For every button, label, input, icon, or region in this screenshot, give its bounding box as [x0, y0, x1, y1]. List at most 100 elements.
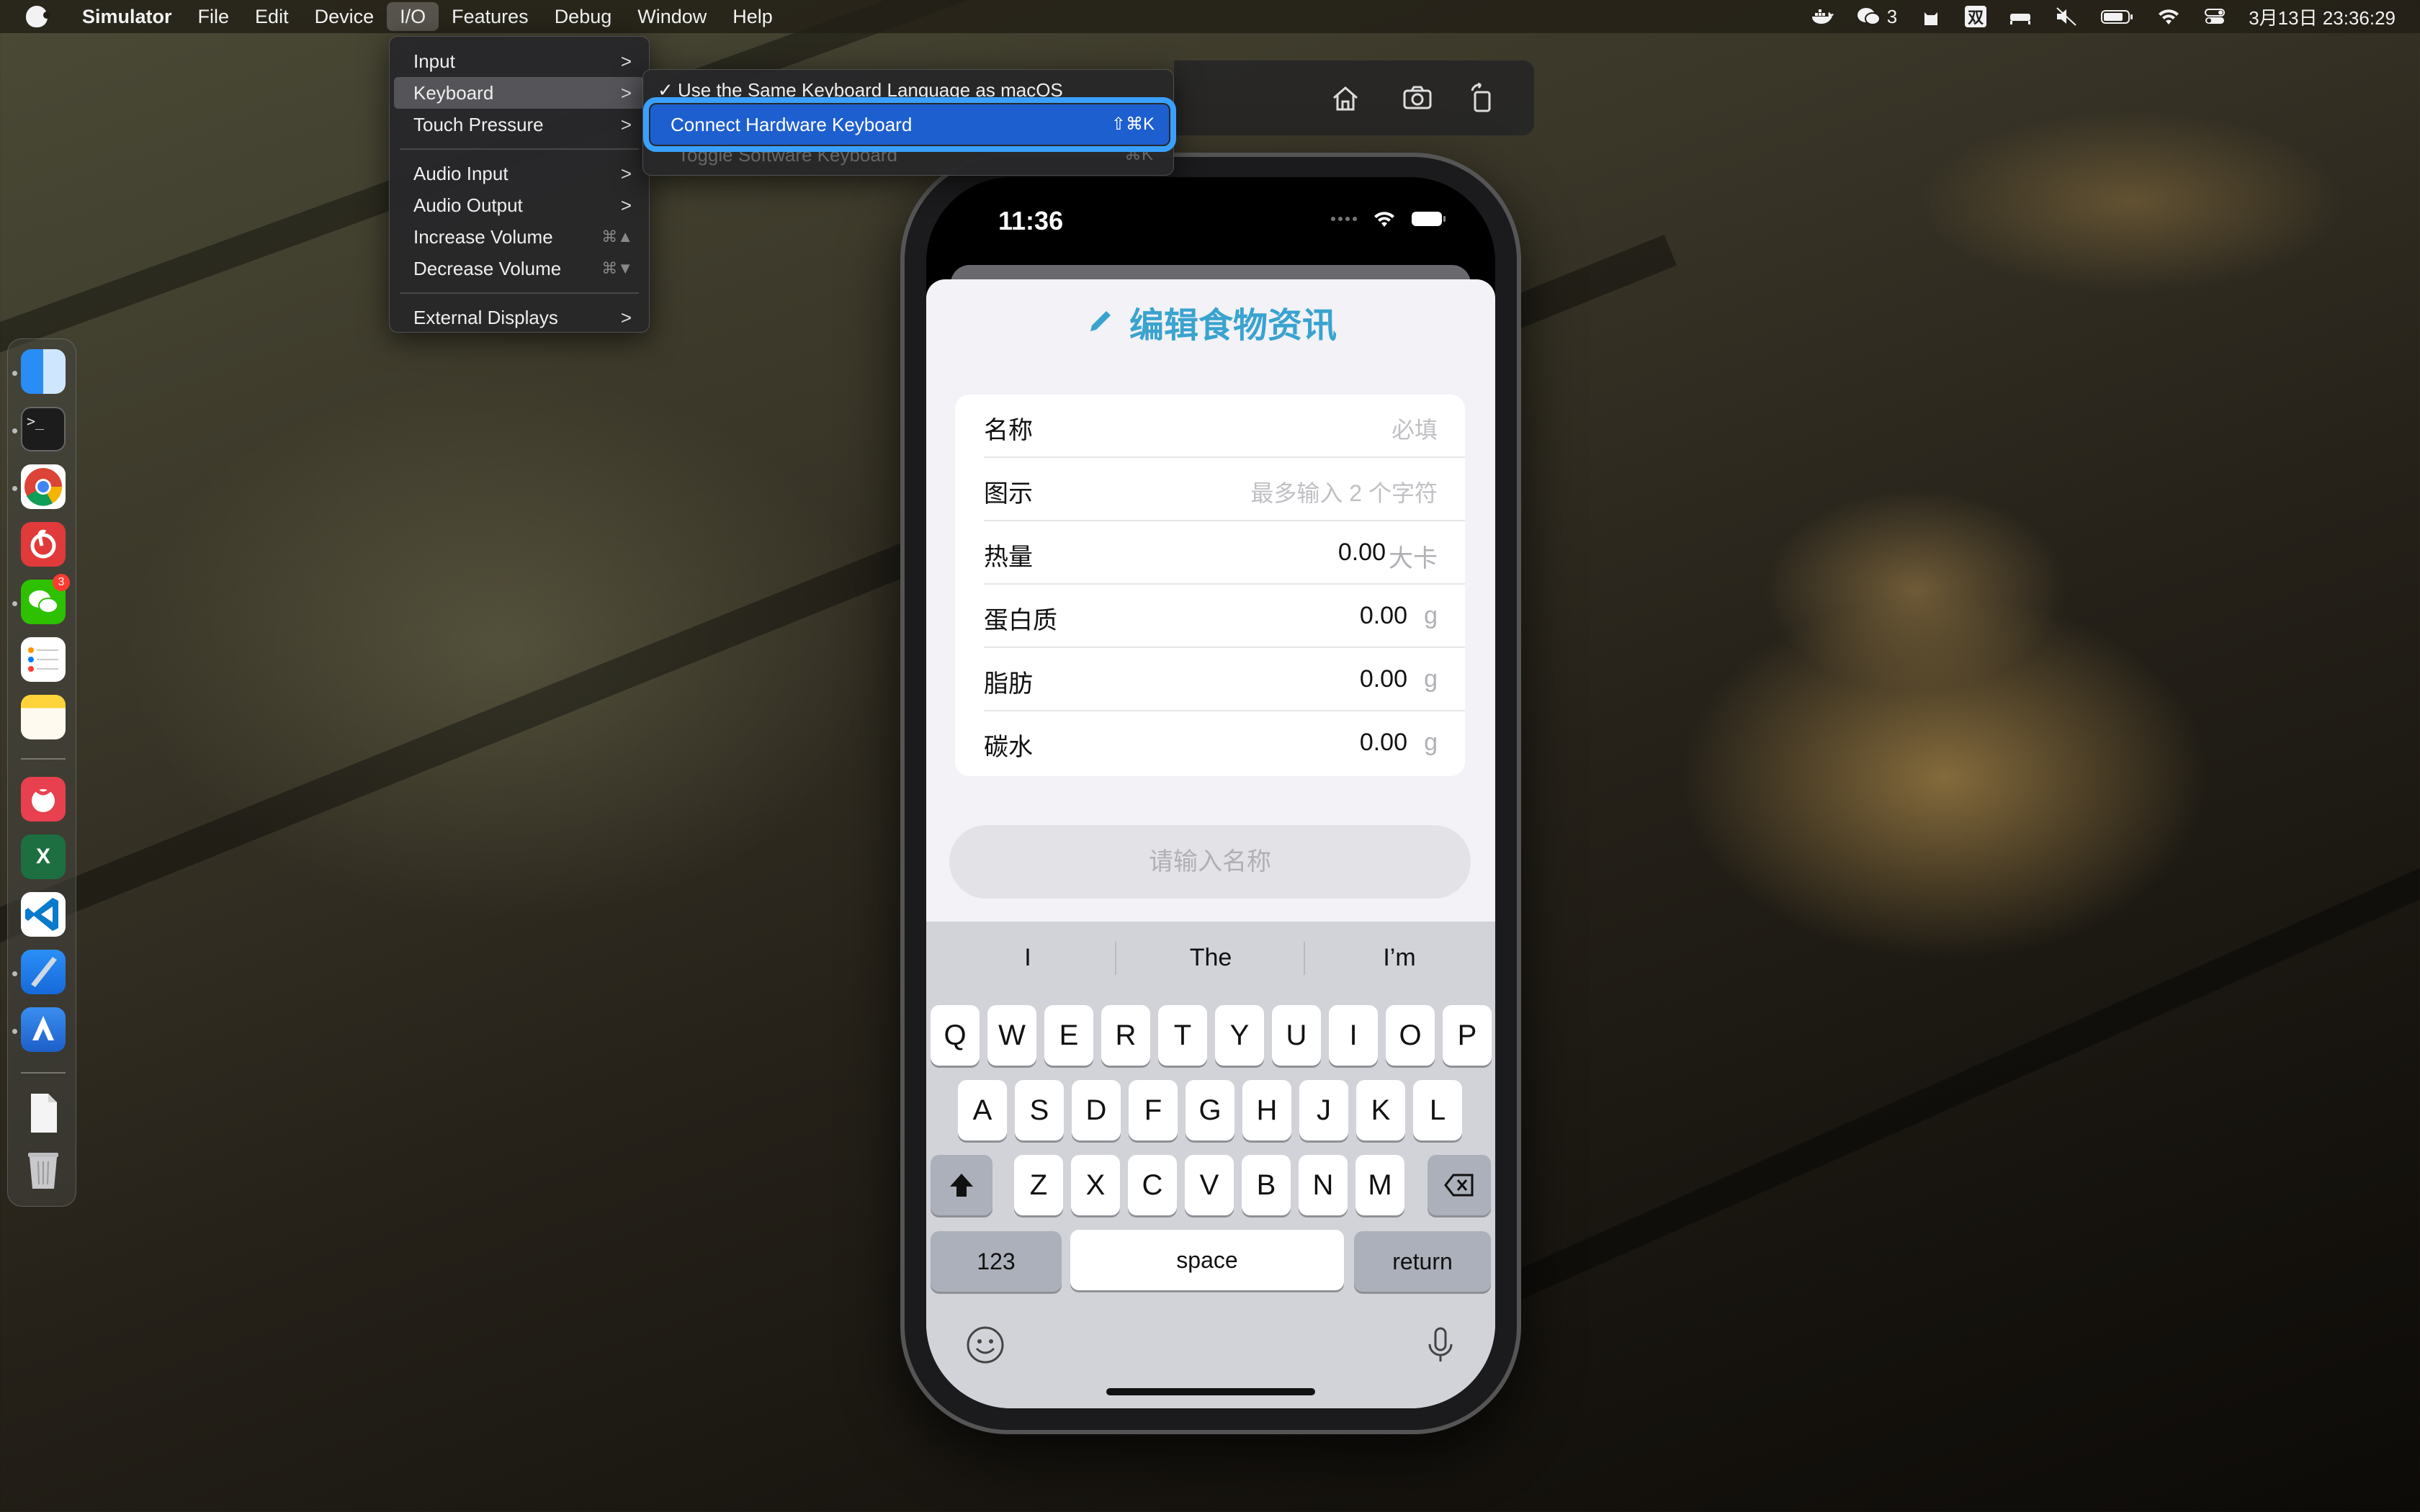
- bed-icon[interactable]: [2008, 6, 2033, 27]
- numbers-key[interactable]: 123: [931, 1231, 1062, 1292]
- wechat-status-item[interactable]: 3: [1857, 6, 1897, 27]
- menu-features[interactable]: Features: [439, 0, 542, 33]
- key-u[interactable]: U: [1272, 1005, 1321, 1066]
- sound-muted-icon[interactable]: [2054, 6, 2079, 27]
- chrome-icon[interactable]: [21, 464, 66, 509]
- key-a[interactable]: A: [958, 1080, 1007, 1140]
- protein-input[interactable]: 0.00: [1360, 602, 1407, 630]
- key-d[interactable]: D: [1072, 1080, 1121, 1140]
- key-w[interactable]: W: [987, 1005, 1036, 1066]
- docker-icon[interactable]: [1811, 6, 1835, 27]
- trash-icon[interactable]: [21, 1147, 66, 1192]
- emoji-icon[interactable]: [964, 1323, 1007, 1367]
- menu-file[interactable]: File: [185, 0, 243, 33]
- field-protein[interactable]: 蛋白质 0.00 g: [955, 585, 1465, 648]
- field-icon[interactable]: 图示 最多输入 2 个字符: [955, 458, 1465, 521]
- key-j[interactable]: J: [1299, 1080, 1348, 1140]
- key-o[interactable]: O: [1386, 1005, 1435, 1066]
- fat-input[interactable]: 0.00: [1360, 665, 1407, 693]
- apple-menu-icon[interactable]: [26, 6, 50, 27]
- key-t[interactable]: T: [1158, 1005, 1207, 1066]
- menu-item-increase-volume[interactable]: Increase Volume ⌘▲: [394, 221, 645, 253]
- name-input-placeholder[interactable]: 必填: [1392, 412, 1438, 445]
- menu-io[interactable]: I/O: [387, 2, 439, 31]
- wifi-icon[interactable]: [2156, 6, 2181, 27]
- key-v[interactable]: V: [1185, 1155, 1234, 1215]
- xcode-icon[interactable]: [21, 950, 66, 994]
- menu-item-input[interactable]: Input >: [394, 45, 645, 77]
- menu-help[interactable]: Help: [720, 0, 786, 33]
- app-icon[interactable]: [21, 777, 66, 822]
- keyboard-submenu: ✓ Use the Same Keyboard Language as macO…: [642, 69, 1176, 176]
- menu-item-connect-hardware-keyboard[interactable]: Connect Hardware Keyboard ⇧⌘K: [643, 97, 1176, 152]
- menu-item-external-displays[interactable]: External Displays >: [394, 302, 645, 333]
- suggestion-2[interactable]: The: [1116, 922, 1305, 994]
- reminders-icon[interactable]: [21, 637, 66, 682]
- key-s[interactable]: S: [1015, 1080, 1064, 1140]
- key-n[interactable]: N: [1299, 1155, 1348, 1215]
- menu-item-label: Touch Pressure: [413, 114, 544, 135]
- menubar-clock[interactable]: 3月13日 23:36:29: [2249, 4, 2396, 30]
- calories-input[interactable]: 0.00: [1338, 539, 1386, 567]
- menu-item-touch-pressure[interactable]: Touch Pressure >: [394, 109, 645, 140]
- key-g[interactable]: G: [1186, 1080, 1234, 1140]
- key-r[interactable]: R: [1101, 1005, 1150, 1066]
- home-indicator[interactable]: [1106, 1388, 1315, 1395]
- key-z[interactable]: Z: [1014, 1155, 1063, 1215]
- notes-icon[interactable]: [21, 695, 66, 739]
- microphone-icon[interactable]: [1419, 1323, 1462, 1367]
- menu-window[interactable]: Window: [624, 0, 720, 33]
- battery-icon[interactable]: [2100, 6, 2135, 27]
- key-f[interactable]: F: [1129, 1080, 1178, 1140]
- field-calories[interactable]: 热量 0.00 大卡: [955, 521, 1465, 585]
- menu-edit[interactable]: Edit: [242, 0, 302, 33]
- cat-icon[interactable]: [1919, 6, 1943, 27]
- document-icon[interactable]: [21, 1091, 66, 1135]
- menu-debug[interactable]: Debug: [542, 0, 625, 33]
- finder-icon[interactable]: [21, 349, 66, 394]
- wechat-dock-icon[interactable]: 3: [21, 574, 70, 624]
- vscode-icon[interactable]: [21, 892, 66, 937]
- key-m[interactable]: M: [1355, 1155, 1404, 1215]
- excel-icon[interactable]: X: [21, 834, 66, 879]
- field-fat[interactable]: 脂肪 0.00 g: [955, 648, 1465, 711]
- menu-item-decrease-volume[interactable]: Decrease Volume ⌘▼: [394, 253, 645, 284]
- running-indicator: [12, 486, 17, 491]
- carbs-input[interactable]: 0.00: [1360, 729, 1407, 757]
- submit-button[interactable]: 请输入名称: [949, 825, 1471, 899]
- field-name[interactable]: 名称 必填: [955, 395, 1465, 458]
- input-method-indicator[interactable]: 双: [1965, 6, 1987, 27]
- menu-device[interactable]: Device: [302, 0, 387, 33]
- rotate-device-icon[interactable]: [1465, 81, 1500, 115]
- icon-input-placeholder[interactable]: 最多输入 2 个字符: [1250, 475, 1438, 508]
- key-i[interactable]: I: [1329, 1005, 1378, 1066]
- backspace-key[interactable]: [1428, 1155, 1491, 1215]
- key-y[interactable]: Y: [1215, 1005, 1264, 1066]
- terminal-icon[interactable]: >_: [21, 407, 66, 451]
- screenshot-camera-icon[interactable]: [1400, 81, 1435, 115]
- key-x[interactable]: X: [1071, 1155, 1120, 1215]
- menu-item-audio-input[interactable]: Audio Input >: [394, 158, 645, 189]
- key-l[interactable]: L: [1413, 1080, 1462, 1140]
- key-c[interactable]: C: [1128, 1155, 1177, 1215]
- home-button-icon[interactable]: [1328, 81, 1363, 115]
- control-center-icon[interactable]: [2202, 6, 2227, 27]
- space-key[interactable]: space: [1070, 1230, 1344, 1290]
- suggestion-3[interactable]: I’m: [1305, 922, 1494, 994]
- netease-music-icon[interactable]: [21, 522, 66, 567]
- suggestion-1[interactable]: I: [933, 922, 1122, 994]
- menu-item-keyboard[interactable]: Keyboard >: [394, 77, 645, 109]
- key-k[interactable]: K: [1356, 1080, 1405, 1140]
- menu-app-simulator[interactable]: Simulator: [69, 0, 185, 33]
- return-key[interactable]: return: [1354, 1231, 1491, 1292]
- key-q[interactable]: Q: [931, 1005, 980, 1066]
- menu-item-audio-output[interactable]: Audio Output >: [394, 189, 645, 221]
- key-b[interactable]: B: [1242, 1155, 1291, 1215]
- key-p[interactable]: P: [1443, 1005, 1492, 1066]
- shift-key[interactable]: [931, 1155, 992, 1215]
- simulator-icon[interactable]: [21, 1007, 66, 1052]
- key-h[interactable]: H: [1242, 1080, 1291, 1140]
- menu-item-same-keyboard-language[interactable]: ✓ Use the Same Keyboard Language as macO…: [643, 74, 1175, 106]
- key-e[interactable]: E: [1044, 1005, 1093, 1066]
- field-carbs[interactable]: 碳水 0.00 g: [955, 711, 1465, 775]
